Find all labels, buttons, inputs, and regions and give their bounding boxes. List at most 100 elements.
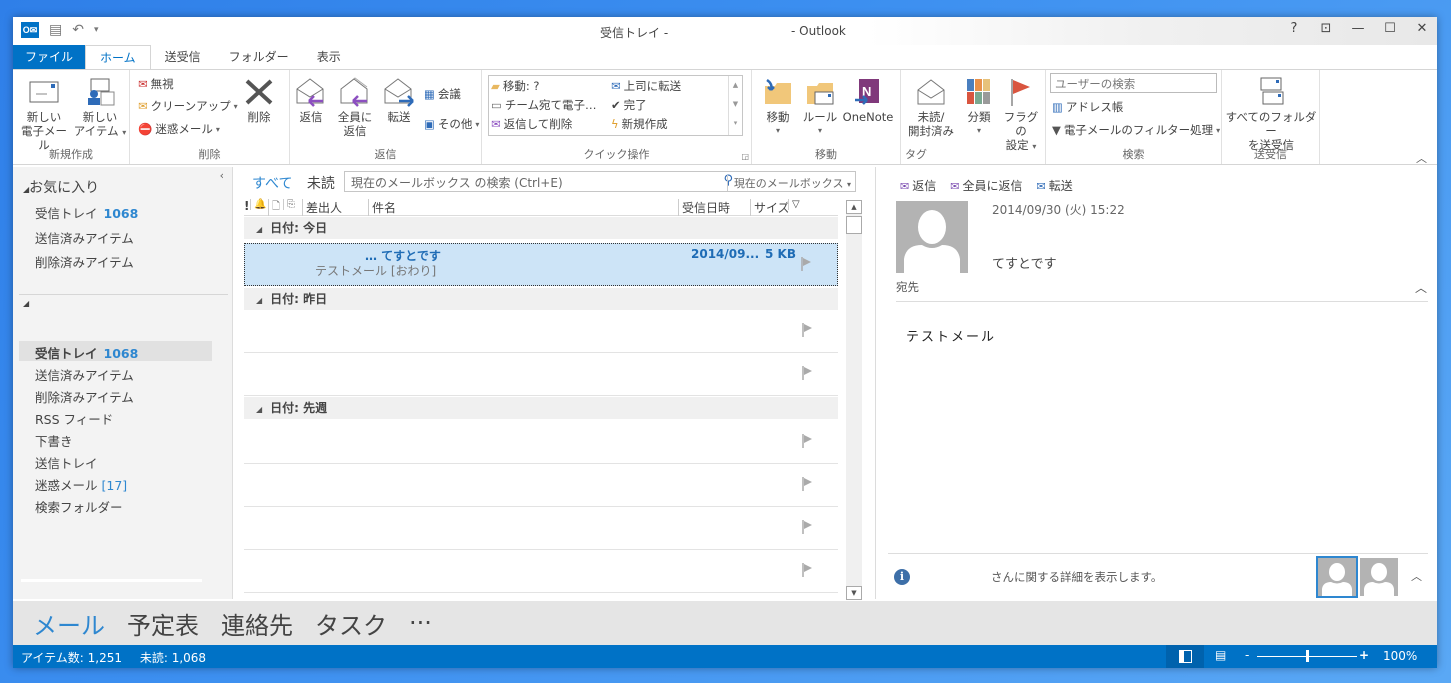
move-button[interactable]: 移動 ▾ <box>758 74 798 138</box>
quick-step-done[interactable]: ✔ 完了 <box>611 97 647 113</box>
col-flag-status[interactable]: ▽ <box>788 199 800 210</box>
close-button[interactable]: ✕ <box>1415 21 1429 36</box>
tab-send-receive[interactable]: 送受信 <box>151 45 215 69</box>
forward-button[interactable]: 転送 <box>378 74 420 124</box>
col-size[interactable]: サイズ <box>750 199 790 216</box>
folder-deleted-items[interactable]: 削除済みアイテム <box>35 387 134 406</box>
flag-icon[interactable] <box>802 477 812 491</box>
forward-action[interactable]: ✉ 転送 <box>1036 177 1072 194</box>
sender-avatar[interactable] <box>896 201 968 273</box>
message-row[interactable] <box>244 550 838 593</box>
flag-icon[interactable] <box>802 520 812 534</box>
send-receive-all-icon[interactable]: ▤ <box>49 22 62 38</box>
delete-button[interactable]: 削除 <box>234 74 284 124</box>
folder-junk-email[interactable]: 迷惑メール [17] <box>35 475 127 494</box>
collapse-ribbon-icon[interactable]: ︿ <box>1416 150 1427 166</box>
message-row-selected[interactable]: … てすとです テストメール [おわり] 2014/09... 5 KB <box>244 243 838 286</box>
nav-mail[interactable]: メール <box>33 606 105 641</box>
message-row[interactable] <box>244 421 838 464</box>
flag-icon[interactable] <box>802 563 812 577</box>
group-header-yesterday[interactable]: ◢ 日付: 昨日 <box>244 288 838 310</box>
zoom-level[interactable]: 100% <box>1383 649 1417 663</box>
mailbox-search-input[interactable]: 現在のメールボックス の検索 (Ctrl+E) ⚲ 現在のメールボックス ▾ <box>344 171 856 192</box>
group-header-last-week[interactable]: ◢ 日付: 先週 <box>244 397 838 419</box>
col-attachment[interactable]: ⎘ <box>283 199 295 210</box>
quick-step-to-manager[interactable]: ✉ 上司に転送 <box>611 78 681 94</box>
junk-button[interactable]: ⛔ 迷惑メール ▾ <box>138 121 220 137</box>
tab-folder[interactable]: フォルダー <box>215 45 303 69</box>
collapse-header-icon[interactable]: ︿ <box>1415 279 1427 296</box>
search-people-input[interactable]: ユーザーの検索 <box>1050 73 1217 93</box>
tab-view[interactable]: 表示 <box>303 45 355 69</box>
more-respond-button[interactable]: ▣ その他 ▾ <box>424 116 479 132</box>
undo-icon[interactable]: ↶ <box>72 22 84 38</box>
folder-outbox[interactable]: 送信トレイ <box>35 453 98 472</box>
minimize-button[interactable]: — <box>1351 21 1365 36</box>
people-avatar-selected[interactable] <box>1316 556 1358 598</box>
zoom-out-button[interactable]: - <box>1245 648 1249 662</box>
scroll-thumb[interactable] <box>846 216 862 234</box>
customize-qat-icon[interactable]: ▾ <box>94 25 99 35</box>
new-items-button[interactable]: 新しい アイテム ▾ <box>73 74 127 140</box>
zoom-in-button[interactable]: + <box>1359 648 1369 662</box>
tab-home[interactable]: ホーム <box>85 45 151 69</box>
scroll-up-button[interactable]: ▲ <box>846 200 862 214</box>
send-receive-all-button[interactable]: すべてのフォルダー を送受信 <box>1224 74 1318 152</box>
nav-horizontal-scrollbar[interactable] <box>21 579 202 582</box>
address-book-button[interactable]: ▥ アドレス帳 <box>1052 99 1123 115</box>
reading-view-button[interactable]: ▤ <box>1215 648 1226 662</box>
quick-step-team-email[interactable]: ▭ チーム宛て電子… <box>491 97 597 113</box>
quick-step-move[interactable]: ▰ 移動: ? <box>491 78 540 94</box>
favorite-deleted-items[interactable]: 削除済みアイテム <box>35 252 134 271</box>
search-scope-dropdown[interactable]: 現在のメールボックス ▾ <box>726 175 851 191</box>
nav-tasks[interactable]: タスク <box>315 606 387 641</box>
nav-people[interactable]: 連絡先 <box>221 606 293 641</box>
favorites-header[interactable]: ◢お気に入り <box>23 177 99 197</box>
unread-read-button[interactable]: 未読/ 開封済み <box>903 74 959 138</box>
normal-view-button[interactable] <box>1166 645 1204 668</box>
flag-icon[interactable] <box>802 323 812 337</box>
followup-button[interactable]: フラグの 設定 ▾ <box>999 74 1043 154</box>
col-icon[interactable]: 🗋 <box>268 199 280 216</box>
filter-email-button[interactable]: ▼ 電子メールのフィルター処理 ▾ <box>1052 122 1220 138</box>
reply-all-button[interactable]: 全員に 返信 <box>332 74 378 138</box>
onenote-button[interactable]: N OneNote <box>840 74 896 124</box>
message-row[interactable] <box>244 464 838 507</box>
message-row[interactable] <box>244 310 838 353</box>
folder-inbox[interactable]: 受信トレイ 1068 <box>35 343 138 362</box>
scroll-down-button[interactable]: ▼ <box>846 586 862 600</box>
quick-step-reply-delete[interactable]: ✉ 返信して削除 <box>491 116 572 132</box>
col-subject[interactable]: 件名 <box>368 199 396 216</box>
expand-people-pane-icon[interactable]: ︿ <box>1411 568 1422 584</box>
col-importance[interactable]: ! <box>244 199 249 213</box>
reply-button[interactable]: 返信 <box>290 74 332 124</box>
reply-all-action[interactable]: ✉ 全員に返信 <box>950 177 1022 194</box>
message-row[interactable] <box>244 353 838 396</box>
folder-sent-items[interactable]: 送信済みアイテム <box>35 365 134 384</box>
ignore-button[interactable]: ✉ 無視 <box>138 76 174 92</box>
categorize-button[interactable]: 分類 ▾ <box>961 74 997 138</box>
nav-more[interactable]: ··· <box>409 609 432 637</box>
people-avatar[interactable] <box>1360 558 1398 596</box>
flag-icon[interactable] <box>801 257 811 271</box>
new-email-button[interactable]: 新しい 電子メール <box>17 74 71 152</box>
ribbon-display-options-button[interactable]: ⊡ <box>1319 21 1333 36</box>
favorite-sent-items[interactable]: 送信済みアイテム <box>35 228 134 247</box>
folder-search-folders[interactable]: 検索フォルダー <box>35 497 123 516</box>
flag-icon[interactable] <box>802 434 812 448</box>
meeting-button[interactable]: ▦ 会議 <box>424 86 461 102</box>
maximize-button[interactable]: ☐ <box>1383 21 1397 36</box>
filter-all[interactable]: すべて <box>252 176 292 192</box>
folder-rss-feeds[interactable]: RSS フィード <box>35 409 113 428</box>
col-from[interactable]: 差出人 <box>302 199 342 216</box>
quick-step-create-new[interactable]: ϟ 新規作成 <box>611 116 668 132</box>
filter-unread[interactable]: 未読 <box>307 176 335 192</box>
folder-drafts[interactable]: 下書き <box>35 431 73 450</box>
tab-file[interactable]: ファイル <box>13 45 86 69</box>
nav-calendar[interactable]: 予定表 <box>127 606 199 641</box>
favorite-inbox[interactable]: 受信トレイ 1068 <box>35 203 138 222</box>
col-reminder[interactable]: 🔔 <box>250 199 266 210</box>
flag-icon[interactable] <box>802 366 812 380</box>
help-button[interactable]: ? <box>1287 21 1301 36</box>
collapse-nav-icon[interactable]: ‹ <box>220 169 224 182</box>
